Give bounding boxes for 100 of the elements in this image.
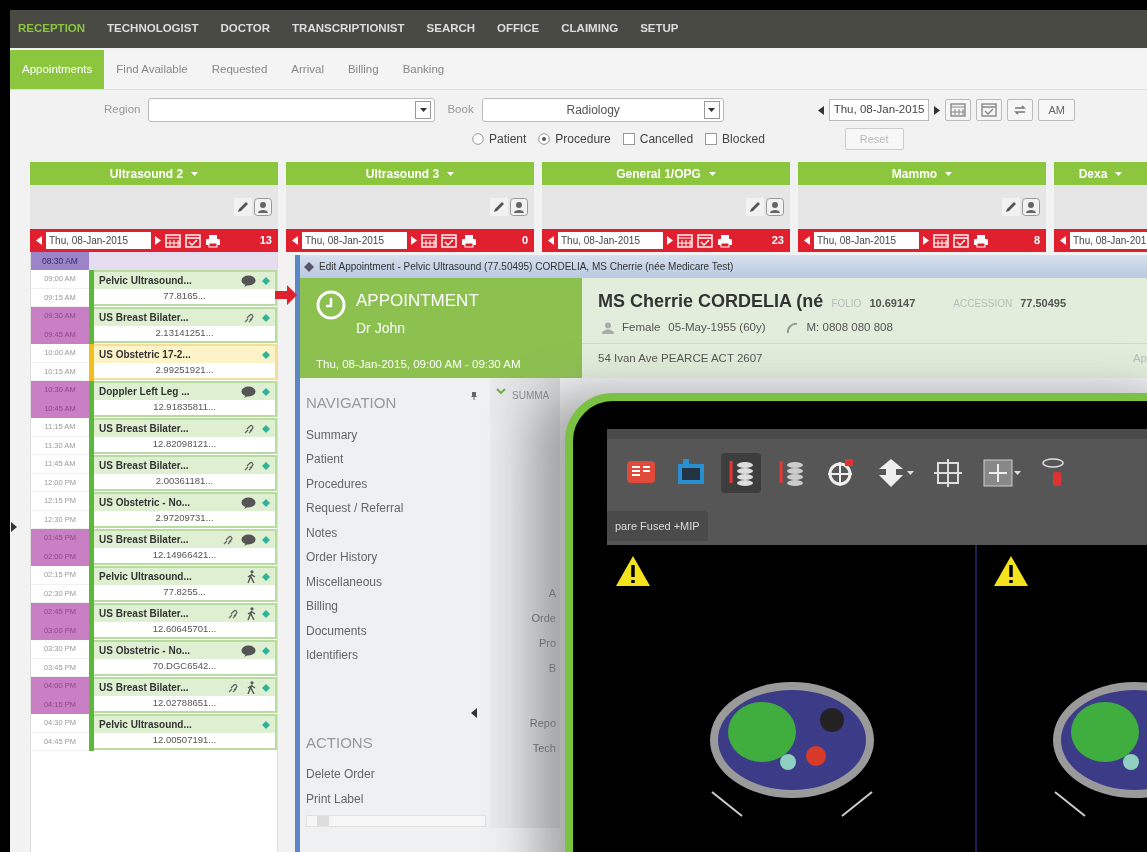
diamond-icon (262, 609, 270, 618)
date-field[interactable]: Thu, 08-Jan-2015 (828, 99, 930, 121)
nav-link[interactable]: Procedures (306, 471, 368, 496)
radio-button[interactable] (472, 133, 484, 145)
sex-label: Female (622, 320, 661, 335)
nav-link[interactable]: Billing (306, 594, 338, 619)
accession-number: 12.60645701... (151, 622, 218, 636)
time-slot: 08:30 AM (31, 252, 89, 270)
person-icon[interactable] (510, 198, 528, 216)
appointment-card[interactable]: US Breast Bilater... 12.60645701... (94, 603, 277, 639)
sub-tab[interactable]: Arrival (279, 50, 336, 89)
horizontal-scrollbar[interactable] (306, 815, 486, 827)
menu-tab[interactable]: TECHNOLOGIST (107, 20, 199, 38)
appointment-card[interactable]: Pelvic Ultrasound... 77.8255... (94, 566, 277, 602)
printer-icon[interactable] (461, 233, 477, 248)
person-icon[interactable] (254, 198, 272, 216)
printer-icon[interactable] (717, 233, 733, 248)
field-label: A (547, 586, 557, 601)
accession-number: 12.82098121... (151, 437, 218, 451)
nav-link[interactable]: Order History (306, 545, 378, 570)
triangle-icon[interactable] (292, 236, 298, 245)
appointment-card[interactable]: US Obstetric 17-2... 2.99251921... (94, 344, 277, 380)
sub-tab[interactable]: Banking (390, 50, 457, 89)
am-button[interactable]: AM (1038, 99, 1075, 121)
collapse-icon[interactable] (471, 707, 477, 718)
sub-tab[interactable]: Find Available (104, 50, 200, 89)
menu-tab[interactable]: TRANSCRIPTIONIST (292, 20, 405, 38)
appointment-card[interactable]: US Breast Bilater... 2.00361181... (94, 455, 277, 491)
triangle-icon[interactable] (667, 236, 673, 245)
appointment-card[interactable]: Pelvic Ultrasound... 12.00507191... (94, 714, 277, 750)
sub-tab[interactable]: Billing (335, 50, 391, 89)
menu-tab[interactable]: RECEPTION (18, 20, 86, 38)
appointment-card[interactable]: Doppler Left Leg ... 12.91835811... (94, 381, 277, 417)
checkbox[interactable] (705, 133, 718, 145)
printer-icon[interactable] (205, 233, 221, 248)
menu-tab[interactable]: DOCTOR (220, 20, 271, 38)
nav-link[interactable]: Miscellaneous (306, 569, 383, 594)
nav-link[interactable]: Identifiers (306, 643, 359, 668)
triangle-icon[interactable] (36, 236, 42, 245)
appointment-card[interactable]: US Breast Bilater... 2.13141251... (94, 307, 277, 343)
pencil-icon[interactable] (746, 198, 764, 216)
nav-link[interactable]: Documents (306, 618, 367, 643)
triangle-icon[interactable] (817, 105, 824, 115)
menu-tab[interactable]: SETUP (640, 20, 679, 38)
checkbox[interactable] (622, 133, 635, 145)
triangle-icon[interactable] (548, 236, 554, 245)
appointment-title: Pelvic Ultrasound... (99, 570, 192, 584)
triangle-icon[interactable] (934, 105, 941, 115)
menu-tab[interactable]: CLAIMING (561, 20, 619, 38)
book-select[interactable]: Radiology (481, 98, 724, 122)
printer-icon[interactable] (973, 233, 989, 248)
nav-link[interactable]: Summary (306, 422, 358, 447)
sub-tab[interactable]: Requested (199, 50, 280, 89)
calendar-icon[interactable] (950, 103, 967, 117)
appointment-card[interactable]: US Breast Bilater... 12.02788651... (94, 677, 277, 713)
date-field[interactable]: Thu, 08-Jan-2015 (46, 232, 151, 249)
person-icon[interactable] (1022, 198, 1040, 216)
triangle-icon[interactable] (411, 236, 417, 245)
calendar-check-icon[interactable] (981, 103, 998, 117)
action-link[interactable]: Print Label (306, 786, 364, 811)
pencil-icon[interactable] (1002, 198, 1020, 216)
app-icon (304, 261, 314, 272)
nav-link[interactable]: Request / Referral (306, 496, 404, 521)
triangle-icon[interactable] (804, 236, 810, 245)
date-field[interactable]: Thu, 08-Jan-2015 (814, 232, 919, 249)
action-link[interactable]: Delete Order (306, 762, 375, 787)
pencil-icon[interactable] (234, 198, 252, 216)
date-field[interactable]: Thu, 08-Jan-2015 (302, 232, 407, 249)
person-icon[interactable] (766, 198, 784, 216)
menu-tab[interactable]: SEARCH (426, 20, 476, 38)
triangle-icon[interactable] (1060, 236, 1066, 245)
nav-link[interactable]: Patient (306, 447, 344, 472)
refresh-button[interactable] (1007, 99, 1034, 121)
caret-icon (708, 108, 716, 112)
triangle-icon[interactable] (923, 236, 929, 245)
viewer-tab[interactable]: pare Fused +MIP (607, 510, 708, 542)
radio-button[interactable] (538, 133, 551, 145)
appointment-card[interactable]: US Breast Bilater... 12.82098121... (94, 418, 277, 454)
menu-tab[interactable]: OFFICE (497, 20, 540, 38)
collapse-icon[interactable] (11, 522, 17, 532)
appointment-card[interactable]: US Obstetric - No... 70.DGC6542... (94, 640, 277, 676)
appointment-time: Thu, 08-Jan-2015, 09:00 AM - 09:30 AM (316, 357, 522, 373)
date-field[interactable]: Thu, 08-Jan-2015 (558, 232, 663, 249)
calendar-check-button[interactable] (976, 99, 1003, 121)
tool-button[interactable] (721, 453, 761, 493)
nav-link[interactable]: Notes (306, 520, 338, 545)
count-label: 23 (771, 233, 784, 249)
appointment-title: US Breast Bilater... (99, 459, 189, 473)
date-field[interactable]: Thu, 08-Jan-201 (1070, 232, 1147, 249)
field-label: Tech (531, 741, 557, 756)
appointment-card[interactable]: Pelvic Ultrasound... 77.8165... (94, 270, 277, 306)
appointment-card[interactable]: US Breast Bilater... 12.14966421... (94, 529, 277, 565)
appointment-card[interactable]: US Obstetric - No... 2.97209731... (94, 492, 277, 528)
count-label: 0 (521, 233, 528, 249)
triangle-icon[interactable] (155, 236, 161, 245)
appointment-heading: APPOINTMENT (356, 290, 480, 312)
pin-icon[interactable] (471, 392, 477, 400)
diamond-icon (262, 461, 270, 470)
refresh-icon[interactable] (1013, 103, 1028, 117)
pencil-icon[interactable] (490, 198, 508, 216)
